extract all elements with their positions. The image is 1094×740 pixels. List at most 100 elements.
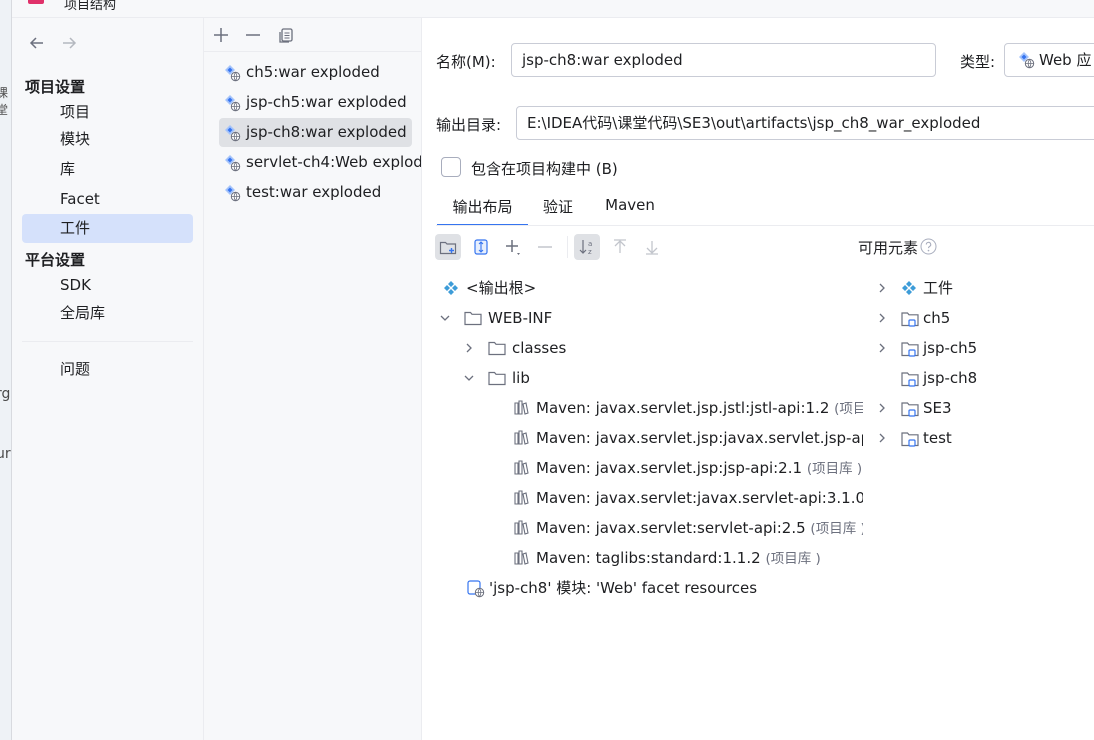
module-folder-icon xyxy=(901,430,919,448)
library-name: Maven: taglibs:standard:1.1.2 xyxy=(536,549,761,567)
tree-node-output-root[interactable]: <输出根> xyxy=(443,273,743,303)
tree-node-library[interactable]: Maven: javax.servlet:servlet-api:2.5 (项目… xyxy=(513,513,863,543)
artifact-settings: 名称(M): jsp-ch8:war exploded 类型: Web 应 输出… xyxy=(423,18,1094,740)
tree-node-label: <输出根> xyxy=(466,279,537,297)
artifact-icon xyxy=(443,280,459,296)
artifact-item[interactable]: ch5:war exploded xyxy=(219,58,412,87)
output-layout-tree: <输出根> WEB-INF classes lib Maven: javax.s… xyxy=(423,18,863,618)
nav-item-global-libraries[interactable]: 全局库 xyxy=(22,299,193,328)
available-node-module[interactable]: test xyxy=(876,423,1076,453)
available-elements-label: 可用元素 xyxy=(858,239,919,257)
library-suffix: (项目库 xyxy=(834,401,863,417)
tree-node-library[interactable]: Maven: javax.servlet.jsp:javax.servlet.j… xyxy=(513,423,863,453)
library-icon xyxy=(513,430,529,446)
tree-node-library[interactable]: Maven: javax.servlet.jsp.jstl:jstl-api:1… xyxy=(513,393,863,423)
tree-node-label: SE3 xyxy=(923,399,952,417)
tree-node-label: jsp-ch8 xyxy=(923,369,978,387)
artifact-item[interactable]: servlet-ch4:Web exploded xyxy=(219,148,422,177)
tree-node-label: classes xyxy=(512,339,567,357)
background-window: 课堂 rg ur xyxy=(0,0,12,740)
tree-node-classes[interactable]: classes xyxy=(463,333,763,363)
folder-icon xyxy=(464,310,482,326)
tree-node-label: ch5 xyxy=(923,309,951,327)
available-node-artifacts[interactable]: 工件 xyxy=(876,273,1076,303)
forward-arrow-icon[interactable] xyxy=(60,34,78,52)
available-node-module[interactable]: jsp-ch8 xyxy=(876,363,1076,393)
tree-node-library[interactable]: Maven: javax.servlet.jsp:jsp-api:2.1 (项目… xyxy=(513,453,863,483)
nav-item-modules[interactable]: 模块 xyxy=(22,125,193,154)
chevron-right-icon[interactable] xyxy=(463,342,475,354)
library-icon xyxy=(513,460,529,476)
available-node-module[interactable]: ch5 xyxy=(876,303,1076,333)
library-suffix: (项目库 ) xyxy=(765,551,821,567)
artifacts-panel: ch5:war exploded jsp-ch5:war exploded js… xyxy=(204,18,422,740)
nav-item-project[interactable]: 项目 xyxy=(22,98,193,127)
tree-node-label: Maven: taglibs:standard:1.1.2 (项目库 ) xyxy=(536,543,821,574)
library-name: Maven: javax.servlet:servlet-api:2.5 xyxy=(536,519,806,537)
tree-node-facet-resources[interactable]: 'jsp-ch8' 模块: 'Web' facet resources xyxy=(467,573,857,603)
tree-node-label: Maven: javax.servlet.jsp:jsp-api:2.1 (项目… xyxy=(536,453,862,484)
library-name: Maven: javax.servlet.jsp:javax.servlet.j… xyxy=(536,429,863,447)
chevron-right-icon[interactable] xyxy=(876,282,888,294)
toolbar-divider xyxy=(204,51,421,52)
library-name: Maven: javax.servlet.jsp:jsp-api:2.1 xyxy=(536,459,803,477)
settings-nav: 项目设置 项目 模块 库 Facet 工件 平台设置 SDK 全局库 问题 xyxy=(12,18,204,740)
tree-node-label: Maven: javax.servlet.jsp:javax.servlet.j… xyxy=(536,423,863,454)
artifact-label: jsp-ch8:war exploded xyxy=(246,123,407,141)
tree-node-label: jsp-ch5 xyxy=(923,339,978,357)
tree-node-label: test xyxy=(923,429,952,447)
chevron-right-icon[interactable] xyxy=(876,402,888,414)
chevron-right-icon[interactable] xyxy=(876,432,888,444)
tree-node-lib[interactable]: lib xyxy=(463,363,763,393)
tree-node-label: 工件 xyxy=(923,279,954,297)
library-name: Maven: javax.servlet:javax.servlet-api:3… xyxy=(536,489,863,507)
chevron-right-icon[interactable] xyxy=(876,342,888,354)
module-folder-icon xyxy=(901,370,919,388)
library-icon xyxy=(513,520,529,536)
chevron-down-icon[interactable] xyxy=(463,372,475,384)
tree-node-library[interactable]: Maven: javax.servlet:javax.servlet-api:3… xyxy=(513,483,863,513)
section-platform-settings: 平台设置 xyxy=(25,251,86,269)
artifact-label: jsp-ch5:war exploded xyxy=(246,93,407,111)
web-artifact-icon xyxy=(223,184,241,202)
artifact-item-selected[interactable]: jsp-ch8:war exploded xyxy=(219,118,412,147)
module-folder-icon xyxy=(901,340,919,358)
type-select-value: Web 应 xyxy=(1039,51,1092,69)
available-node-module[interactable]: SE3 xyxy=(876,393,1076,423)
tree-node-web-inf[interactable]: WEB-INF xyxy=(439,303,739,333)
nav-item-sdk[interactable]: SDK xyxy=(22,271,193,300)
add-icon[interactable] xyxy=(212,26,230,44)
web-artifact-icon xyxy=(223,64,241,82)
module-folder-icon xyxy=(901,310,919,328)
background-text: rg xyxy=(0,386,11,402)
nav-item-artifacts[interactable]: 工件 xyxy=(22,214,193,243)
chevron-down-icon[interactable] xyxy=(439,312,451,324)
nav-item-libraries[interactable]: 库 xyxy=(22,155,193,184)
web-artifact-icon xyxy=(223,124,241,142)
library-suffix: (项目库 ) xyxy=(806,461,863,477)
module-folder-icon xyxy=(901,400,919,418)
library-suffix: (项目库 ) xyxy=(810,521,863,537)
tree-node-label: Maven: javax.servlet:javax.servlet-api:3… xyxy=(536,483,863,514)
web-artifact-icon xyxy=(1017,51,1035,69)
nav-item-facets[interactable]: Facet xyxy=(22,185,193,214)
tree-node-label: Maven: javax.servlet:servlet-api:2.5 (项目… xyxy=(536,513,863,544)
help-icon[interactable] xyxy=(920,238,937,255)
available-node-module[interactable]: jsp-ch5 xyxy=(876,333,1076,363)
type-select[interactable]: Web 应 xyxy=(1004,43,1094,77)
copy-icon[interactable] xyxy=(277,26,295,44)
tree-node-label: 'jsp-ch8' 模块: 'Web' facet resources xyxy=(489,579,758,597)
back-arrow-icon[interactable] xyxy=(28,34,46,52)
artifact-item[interactable]: test:war exploded xyxy=(219,178,412,207)
artifact-label: servlet-ch4:Web exploded xyxy=(246,153,422,171)
tree-node-label: Maven: javax.servlet.jsp.jstl:jstl-api:1… xyxy=(536,393,863,424)
remove-icon[interactable] xyxy=(244,26,262,44)
background-text: ur xyxy=(0,446,11,462)
nav-item-problems[interactable]: 问题 xyxy=(22,355,193,384)
library-name: Maven: javax.servlet.jsp.jstl:jstl-api:1… xyxy=(536,399,830,417)
artifact-item[interactable]: jsp-ch5:war exploded xyxy=(219,88,412,117)
chevron-right-icon[interactable] xyxy=(876,312,888,324)
tree-node-library[interactable]: Maven: taglibs:standard:1.1.2 (项目库 ) xyxy=(513,543,863,573)
title-bar: 项目结构 xyxy=(12,0,1094,18)
web-artifact-icon xyxy=(223,94,241,112)
